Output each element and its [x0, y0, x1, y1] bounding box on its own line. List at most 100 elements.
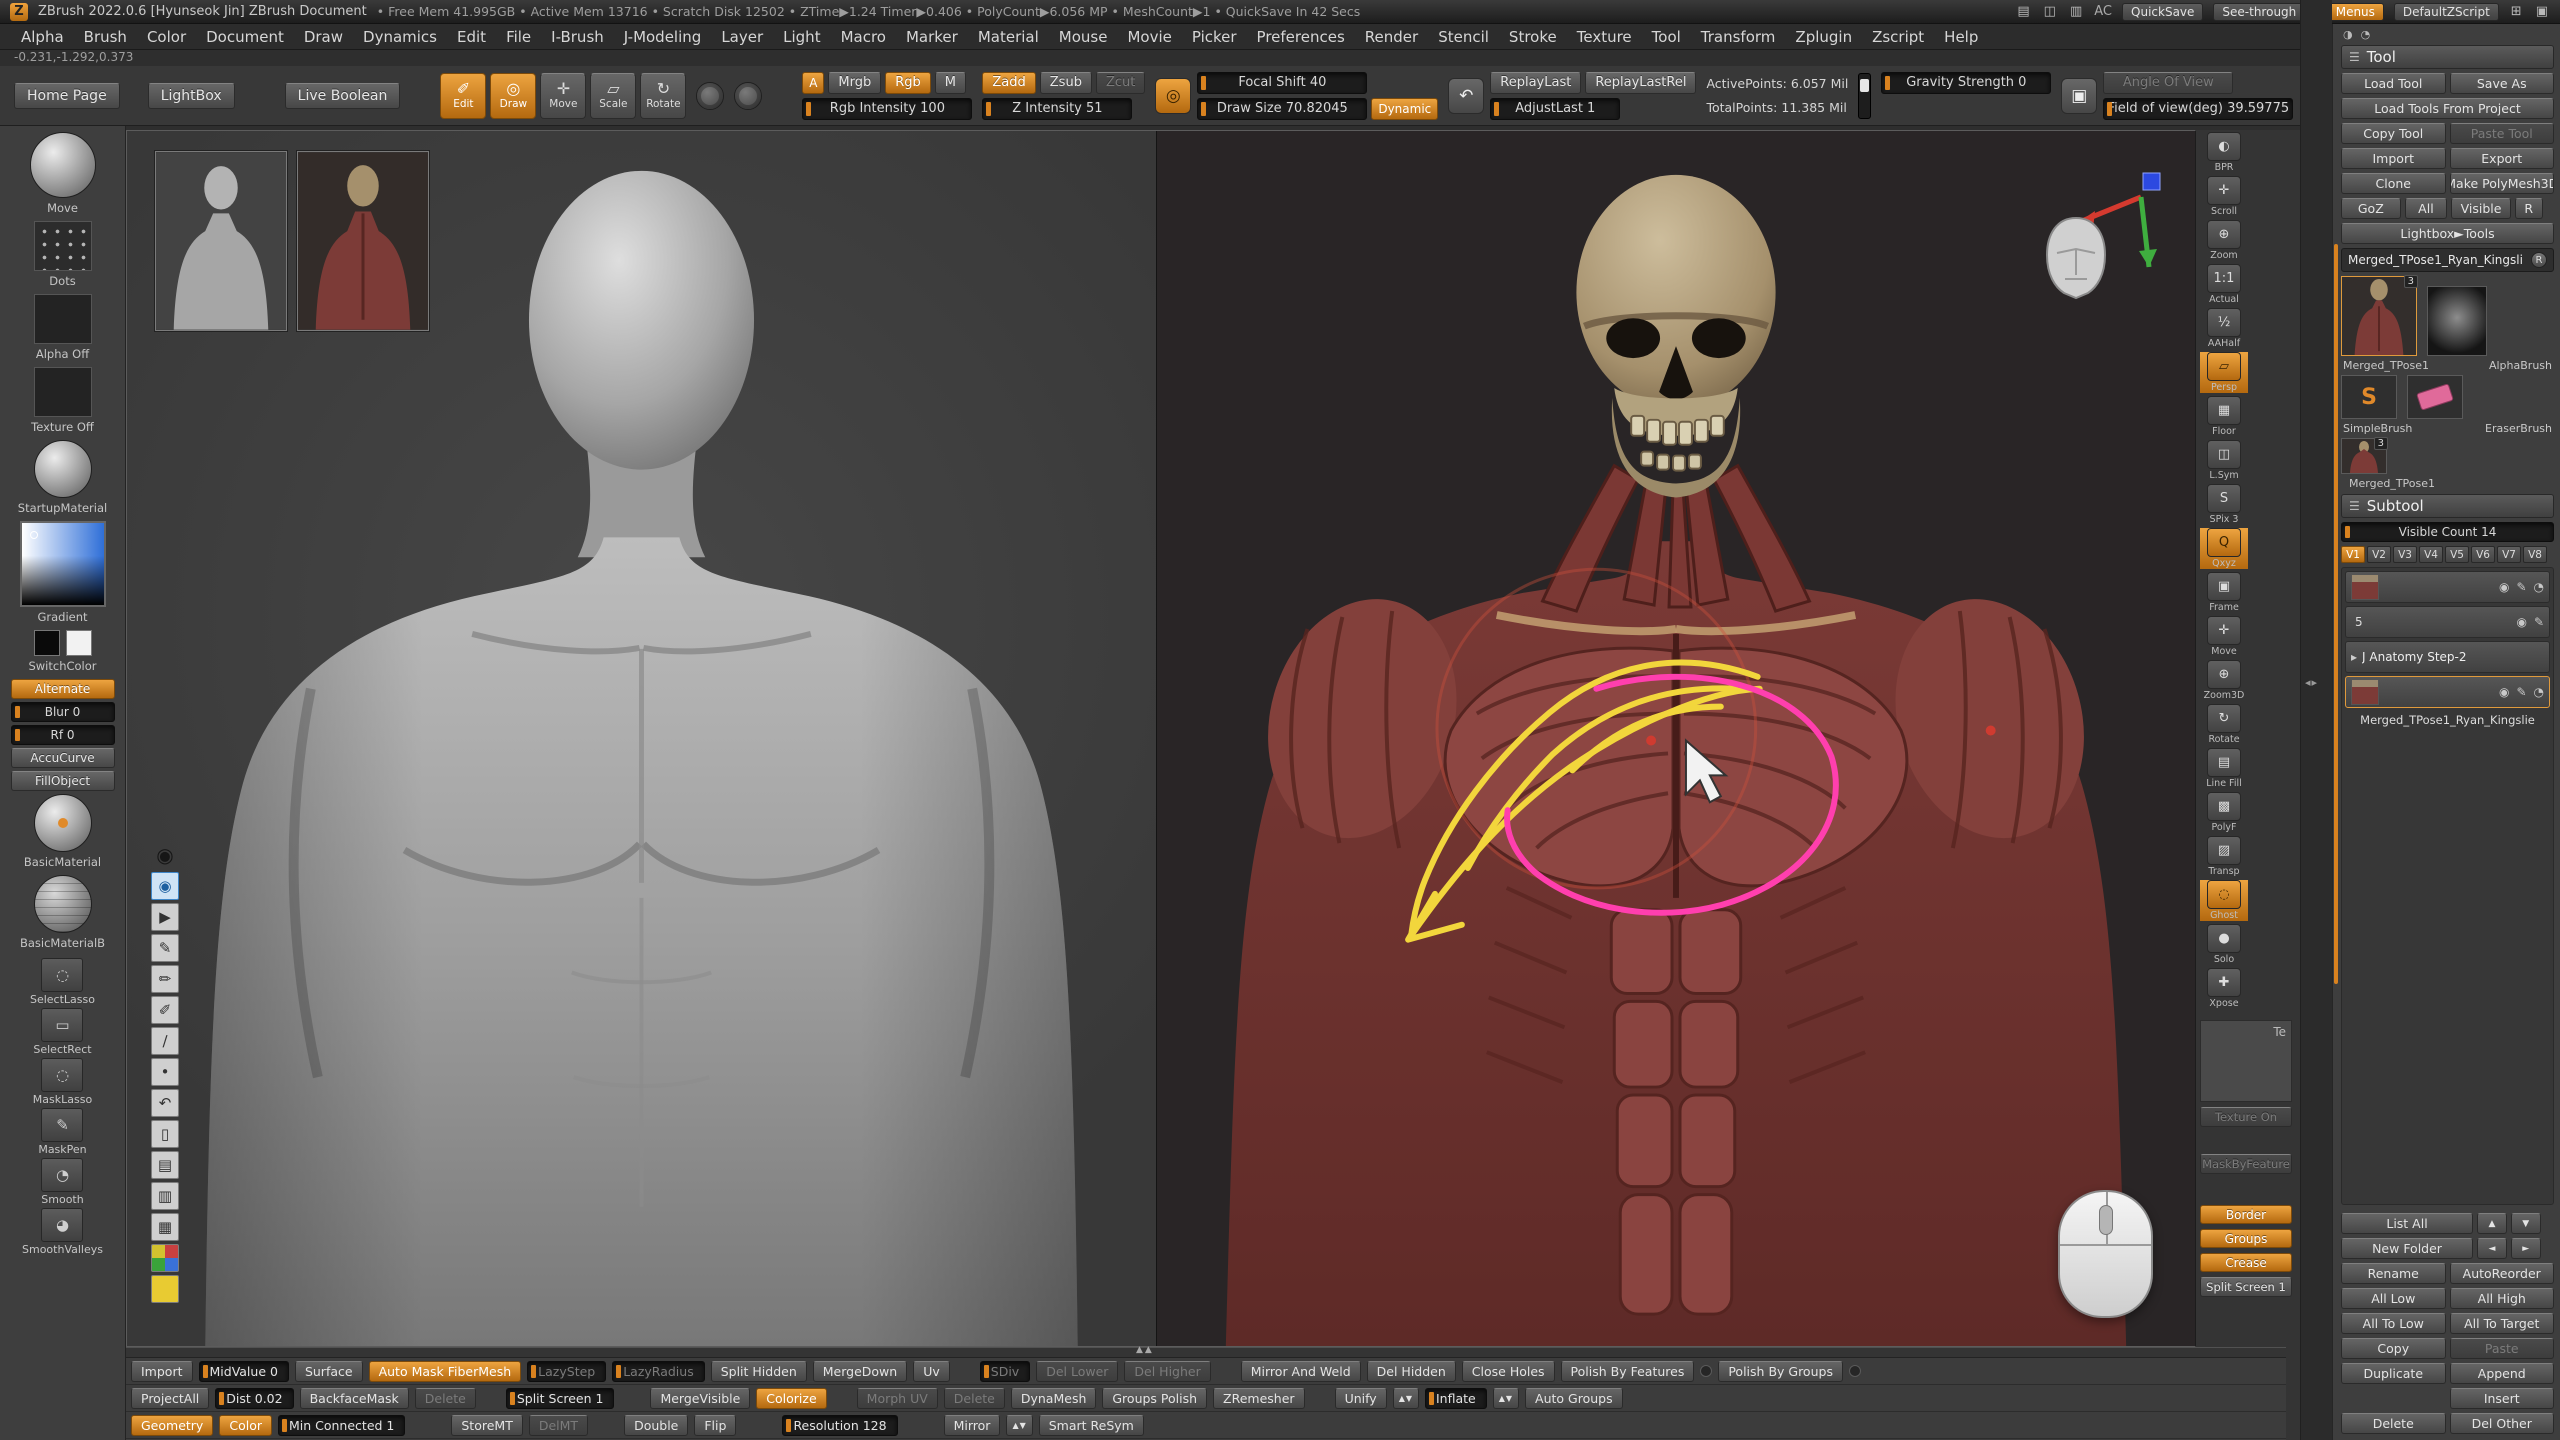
angle-of-view-button[interactable]: Angle Of View [2103, 72, 2233, 94]
polyframe-button[interactable]: ▩PolyF [2200, 792, 2248, 833]
rotate-mode-button[interactable]: ↻Rotate [640, 73, 686, 119]
brush-icon[interactable]: ✎ [2516, 580, 2526, 594]
colorize-button[interactable]: Colorize [756, 1388, 826, 1409]
rf-slider[interactable]: Rf 0 [11, 725, 115, 745]
subtool-tab-v1[interactable]: V1 [2341, 546, 2365, 563]
field-of-view-slider[interactable]: Field of view(deg) 39.59775 [2103, 98, 2293, 120]
mask-lasso-brush[interactable]: ◌MaskLasso [33, 1058, 92, 1106]
points-vertical-slider[interactable] [1858, 73, 1871, 119]
subtool-tab-v8[interactable]: V8 [2523, 546, 2547, 563]
all-high-button[interactable]: All High [2450, 1288, 2555, 1309]
menu-item[interactable]: File [497, 26, 540, 48]
frame-button[interactable]: ▣Frame [2200, 572, 2248, 613]
autoreorder-button[interactable]: AutoReorder [2450, 1263, 2555, 1284]
basic-materialb-thumbnail[interactable] [34, 875, 92, 933]
mergedown-button[interactable]: MergeDown [813, 1361, 907, 1382]
delete-uv-button[interactable]: Delete [944, 1388, 1005, 1409]
mergevisible-button[interactable]: MergeVisible [650, 1388, 750, 1409]
split-screen-button[interactable]: Split Screen 1 [2200, 1277, 2292, 1297]
subtool-tab-v7[interactable]: V7 [2497, 546, 2521, 563]
tool-thumbnail-small[interactable]: 3 [2341, 438, 2387, 474]
menu-item[interactable]: Edit [448, 26, 495, 48]
zcut-button[interactable]: Zcut [1096, 72, 1145, 94]
draw-size-slider[interactable]: Draw Size 70.82045 [1197, 98, 1367, 120]
xpose-button[interactable]: ✚Xpose [2200, 968, 2248, 1009]
menu-item[interactable]: Material [969, 26, 1048, 48]
goz-r-button[interactable]: R [2515, 198, 2543, 219]
menu-item[interactable]: Preferences [1248, 26, 1354, 48]
projectall-button[interactable]: ProjectAll [131, 1388, 209, 1409]
mask-by-feature-button[interactable]: MaskByFeature [2200, 1154, 2292, 1174]
rgb-button[interactable]: Rgb [885, 72, 931, 94]
local-symmetry-button[interactable]: ◫L.Sym [2200, 440, 2248, 481]
menu-item[interactable]: I-Brush [542, 26, 613, 48]
bpr-button[interactable]: ◐BPR [2200, 132, 2248, 173]
m-button[interactable]: M [935, 72, 966, 94]
tray-divider[interactable]: ▲▲ [126, 1348, 2286, 1358]
default-zscript-button[interactable]: DefaultZScript [2394, 3, 2499, 21]
dynamesh-button[interactable]: DynaMesh [1011, 1388, 1097, 1409]
subtool-palette-header[interactable]: ☰ Subtool [2341, 494, 2554, 518]
min-connected-slider[interactable]: Min Connected 1 [278, 1415, 405, 1436]
subtool-tab-v3[interactable]: V3 [2393, 546, 2417, 563]
geometry-tab[interactable]: Geometry [131, 1415, 213, 1436]
main-color-swatch[interactable] [34, 630, 60, 656]
unify-button[interactable]: Unify [1335, 1388, 1387, 1409]
delete-button[interactable]: Delete [415, 1388, 476, 1409]
zoom3d-button[interactable]: ⊕Zoom3D [2200, 660, 2248, 701]
current-brush-thumbnail[interactable] [30, 132, 96, 198]
focal-shift-slider[interactable]: Focal Shift 40 [1197, 72, 1367, 94]
thumbnail-muscle-model[interactable] [297, 151, 429, 331]
camera-icon[interactable]: ▣ [2061, 78, 2097, 114]
uv-button[interactable]: Uv [913, 1361, 950, 1382]
smart-resym-button[interactable]: Smart ReSym [1039, 1415, 1144, 1436]
color-grid-button[interactable] [151, 1244, 179, 1272]
goz-button[interactable]: GoZ [2341, 198, 2401, 219]
surface-button[interactable]: Surface [295, 1361, 363, 1382]
subtool-down-button[interactable]: ▼ [2511, 1213, 2541, 1234]
all-to-low-button[interactable]: All To Low [2341, 1313, 2446, 1334]
collapse-arrows-icon[interactable]: ▲▲ [1136, 1345, 1154, 1355]
mask-pen-brush[interactable]: ✎MaskPen [38, 1108, 86, 1156]
groups-button[interactable]: Groups [2200, 1229, 2292, 1248]
menu-item[interactable]: Transform [1692, 26, 1785, 48]
mirror-button[interactable]: Mirror [944, 1415, 1001, 1436]
mirror-and-weld-button[interactable]: Mirror And Weld [1241, 1361, 1361, 1382]
midvalue-slider[interactable]: MidValue 0 [199, 1361, 289, 1382]
subtool-folder-row[interactable]: ▸ J Anatomy Step-2 [2345, 641, 2550, 673]
quicksave-button[interactable]: QuickSave [2122, 3, 2203, 21]
unify-arrows[interactable]: ▲▼ [1393, 1388, 1419, 1409]
subtool-row[interactable]: ◉ ✎ ◔ [2345, 571, 2550, 603]
alternate-button[interactable]: Alternate [11, 679, 115, 699]
menu-item[interactable]: Alpha [12, 26, 73, 48]
menu-item[interactable]: Render [1356, 26, 1427, 48]
secondary-color-swatch[interactable] [66, 630, 92, 656]
menu-item[interactable]: Movie [1118, 26, 1180, 48]
subtool-folder-count-row[interactable]: 5 ◉ ✎ [2345, 606, 2550, 638]
dynamic-button[interactable]: Dynamic [1371, 98, 1438, 120]
z-intensity-slider[interactable]: Z Intensity 51 [982, 98, 1132, 120]
save-as-button[interactable]: Save As [2450, 73, 2555, 94]
solo-button[interactable]: ●Solo [2200, 924, 2248, 965]
del-hidden-button[interactable]: Del Hidden [1367, 1361, 1456, 1382]
menu-item[interactable]: Draw [295, 26, 352, 48]
subtool-tab-v4[interactable]: V4 [2419, 546, 2443, 563]
pen-tool-button[interactable]: ✎ [151, 934, 179, 962]
z-axis-handle[interactable] [2143, 173, 2160, 190]
load-tool-button[interactable]: Load Tool [2341, 73, 2446, 94]
select-rect-brush[interactable]: ▭SelectRect [33, 1008, 91, 1056]
basic-material-thumbnail[interactable] [34, 794, 92, 852]
copy-tool-button[interactable]: Copy Tool [2341, 123, 2446, 144]
menu-item[interactable]: Help [1935, 26, 1987, 48]
yellow-swatch-button[interactable] [151, 1275, 179, 1303]
menus-button[interactable]: Menus [2327, 3, 2384, 21]
clipboard-button[interactable]: ▤ [151, 1151, 179, 1179]
layout-icon[interactable]: ▤ [2015, 4, 2031, 19]
tray-icon[interactable]: ◔ [2361, 28, 2371, 41]
spix-slider[interactable]: SSPix 3 [2200, 484, 2248, 525]
clone-button[interactable]: Clone [2341, 173, 2446, 194]
menu-item[interactable]: Texture [1568, 26, 1641, 48]
split-hidden-button[interactable]: Split Hidden [711, 1361, 807, 1382]
pivot-icon[interactable] [734, 82, 762, 110]
scroll-button[interactable]: ✛Scroll [2200, 176, 2248, 217]
